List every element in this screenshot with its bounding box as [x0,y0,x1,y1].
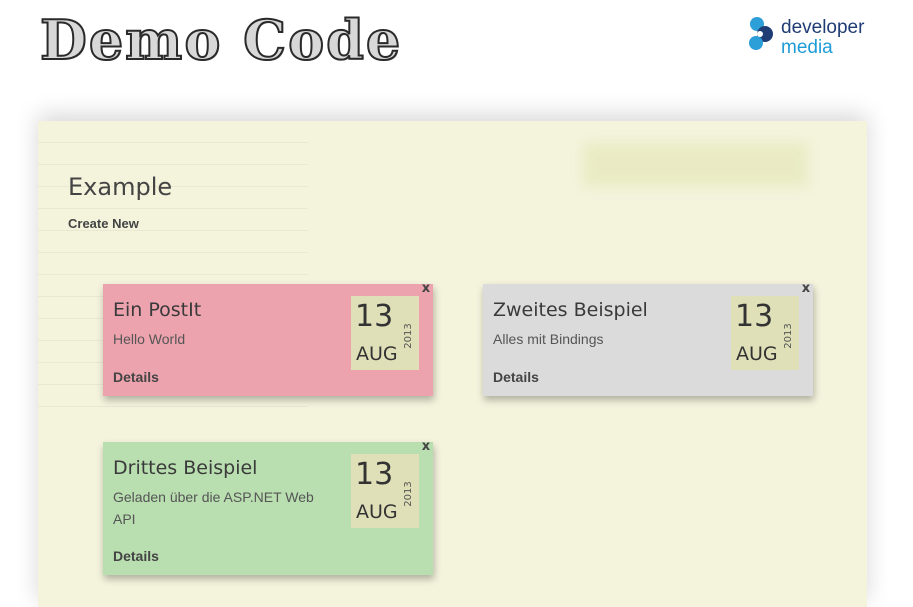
date-badge: 13 AUG 2013 [351,454,419,528]
brand-logo[interactable]: developer media [744,14,874,58]
date-month: AUG [736,343,778,365]
date-year: 2013 [403,481,414,507]
note-title: Zweites Beispiel [493,299,648,321]
note-title: Ein PostIt [113,299,202,321]
note-text: Geladen über die ASP.NET Web API [113,489,314,527]
paper-board: Example Create New x Ein PostIt Hello Wo… [38,121,867,607]
developer-media-logo-icon [749,17,773,50]
date-day: 13 [735,299,774,334]
close-icon[interactable]: x [800,282,812,296]
date-day: 13 [355,457,394,492]
date-year: 2013 [403,323,414,349]
brand-name-line2: media [781,37,833,58]
note-title: Drittes Beispiel [113,457,258,479]
note-text: Alles mit Bindings [493,331,604,347]
note-text: Hello World [113,331,186,347]
postit-note: x Drittes Beispiel Geladen über die ASP.… [103,440,433,575]
details-link[interactable]: Details [113,548,159,564]
date-badge: 13 AUG 2013 [351,296,419,370]
site-title: Demo Code [39,7,403,73]
date-month: AUG [356,343,398,365]
details-link[interactable]: Details [493,369,539,385]
close-icon[interactable]: x [420,282,432,296]
postit-note: x Zweites Beispiel Alles mit Bindings De… [483,282,813,396]
date-day: 13 [355,299,394,334]
date-month: AUG [356,501,398,523]
date-year: 2013 [783,323,794,349]
create-new-link[interactable]: Create New [68,216,139,231]
date-badge: 13 AUG 2013 [731,296,799,370]
details-link[interactable]: Details [113,369,159,385]
page-heading: Example [68,173,173,201]
paper-tape [583,143,808,187]
brand-name-line1: developer [781,17,865,38]
postit-note: x Ein PostIt Hello World Details 13 AUG … [103,282,433,396]
close-icon[interactable]: x [420,440,432,454]
